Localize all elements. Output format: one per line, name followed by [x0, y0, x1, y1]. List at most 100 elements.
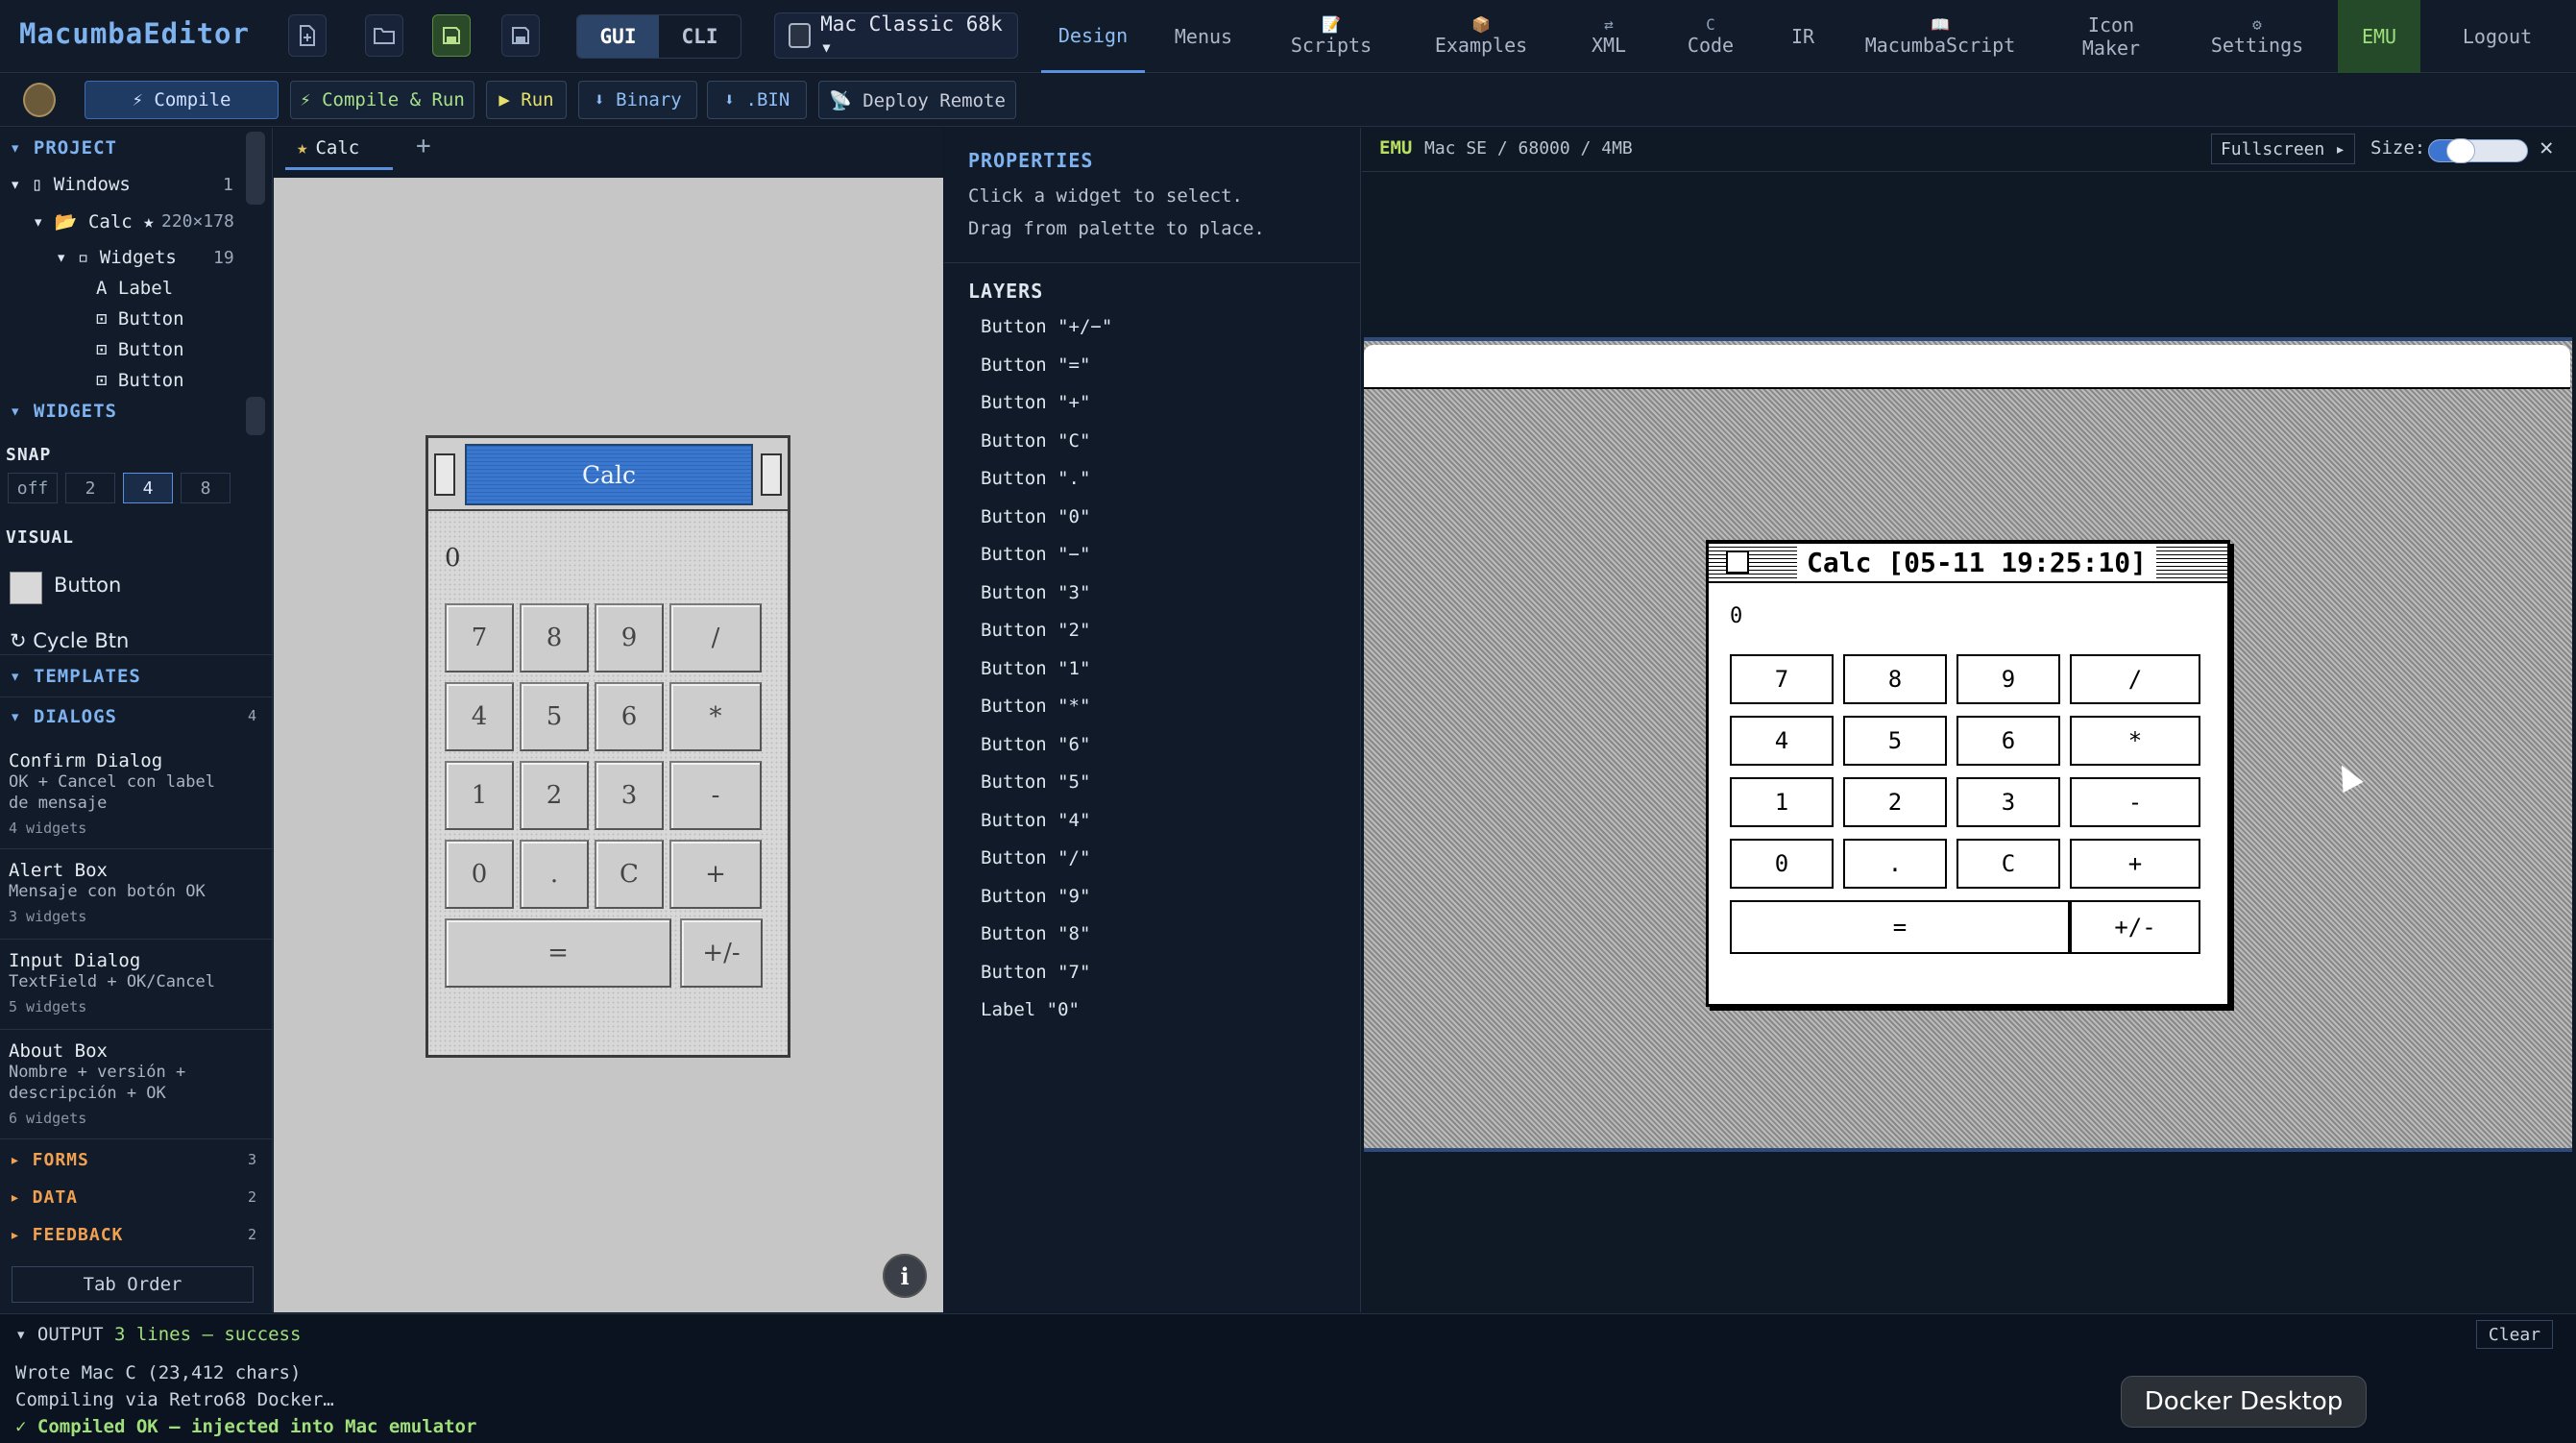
key-button[interactable]: 2 [520, 761, 589, 830]
bin-button[interactable]: ⬇ .BIN [707, 81, 807, 119]
nav-macumbascript[interactable]: 📖 MacumbaScript [1859, 0, 2021, 73]
key-button[interactable]: 1 [1730, 777, 1834, 827]
mac-calc-window[interactable]: Calc [05-11 19:25:10] 0 7 8 9/ 4 5 6 * 1 2 3- 0. C +… [1706, 540, 2230, 1007]
layer-item[interactable]: Button "7" [981, 962, 1090, 983]
feedback-category[interactable]: ▸ FEEDBACK [10, 1225, 123, 1245]
tree-item[interactable]: ⊡ Button [96, 370, 184, 391]
key-button[interactable]: - [2070, 777, 2200, 827]
tree-item[interactable]: ⊡ Button [96, 308, 184, 330]
visual-button[interactable]: Button [54, 574, 121, 597]
layer-item[interactable]: Button "−" [981, 544, 1090, 565]
key-button[interactable]: 8 [520, 603, 589, 673]
key-button[interactable]: + [2070, 839, 2200, 889]
widgets-scrollbar[interactable] [246, 397, 265, 435]
layer-item[interactable]: Button "3" [981, 582, 1090, 603]
mac-window-titlebar[interactable]: Calc [05-11 19:25:10] [1709, 543, 2227, 583]
template-about-box[interactable]: About Box [9, 1040, 108, 1062]
dialogs-section[interactable]: ▾ DIALOGS [10, 706, 117, 727]
snap-4[interactable]: 4 [123, 473, 173, 503]
key-button[interactable]: 9 [595, 603, 664, 673]
tree-windows[interactable]: ▾ ▯ Windows [10, 174, 131, 195]
open-folder-icon[interactable] [365, 14, 403, 57]
layer-item[interactable]: Button "1" [981, 658, 1090, 679]
tree-scrollbar[interactable] [246, 132, 265, 205]
layer-item[interactable]: Button "8" [981, 923, 1090, 944]
snap-off[interactable]: off [8, 473, 58, 503]
key-button[interactable]: 5 [520, 682, 589, 751]
key-button[interactable]: 0 [1730, 839, 1834, 889]
layer-item[interactable]: Button "6" [981, 734, 1090, 755]
close-box-icon[interactable] [434, 453, 455, 496]
layer-item[interactable]: Button "/" [981, 847, 1090, 868]
key-button[interactable]: . [520, 840, 589, 909]
layer-item[interactable]: Button "*" [981, 696, 1090, 717]
cycle-button[interactable]: ↻ Cycle Btn [10, 629, 129, 652]
tree-calc[interactable]: ▾ 📂 Calc ★ [33, 210, 155, 232]
forms-category[interactable]: ▸ FORMS [10, 1150, 89, 1170]
snap-8[interactable]: 8 [181, 473, 231, 503]
save-as-icon[interactable] [501, 14, 540, 57]
key-button[interactable]: . [1843, 839, 1947, 889]
key-button[interactable]: 1 [445, 761, 514, 830]
size-slider-knob[interactable] [2446, 138, 2475, 163]
design-display-label[interactable]: 0 [445, 544, 461, 573]
tab-order-button[interactable]: Tab Order [12, 1266, 254, 1303]
key-button[interactable]: C [595, 840, 664, 909]
nav-xml[interactable]: ⇄ XML [1575, 0, 1642, 73]
key-button[interactable]: 3 [595, 761, 664, 830]
template-input-dialog[interactable]: Input Dialog [9, 950, 140, 971]
template-alert-box[interactable]: Alert Box [9, 860, 108, 881]
layer-item[interactable]: Button "C" [981, 430, 1090, 452]
nav-emu[interactable]: EMU [2338, 0, 2420, 73]
deploy-remote-button[interactable]: 📡 Deploy Remote [818, 81, 1016, 119]
templates-section[interactable]: ▾ TEMPLATES [10, 666, 141, 687]
key-button[interactable]: 9 [1956, 654, 2060, 704]
key-button[interactable]: * [2070, 716, 2200, 766]
compile-button[interactable]: ⚡ Compile [85, 81, 279, 119]
size-slider[interactable] [2428, 138, 2528, 163]
info-icon[interactable]: i [883, 1254, 927, 1298]
logout-button[interactable]: Logout [2447, 0, 2547, 73]
key-button[interactable]: 8 [1843, 654, 1947, 704]
tab-calc[interactable]: ★ Calc [285, 128, 393, 170]
key-button[interactable]: 6 [1956, 716, 2060, 766]
nav-examples[interactable]: 📦 Examples [1423, 0, 1539, 73]
key-button[interactable]: = [445, 918, 671, 988]
new-file-icon[interactable] [288, 14, 327, 57]
layer-item[interactable]: Button "." [981, 468, 1090, 489]
key-button[interactable]: + [669, 840, 762, 909]
project-section[interactable]: ▾ PROJECT [10, 137, 117, 159]
design-window[interactable]: Calc 0 7 8 9/ 4 5 6 * 1 2 3- 0. C + = +/- [425, 435, 790, 1058]
key-button[interactable]: * [669, 682, 762, 751]
key-button[interactable]: 3 [1956, 777, 2060, 827]
gui-mode-button[interactable]: GUI [577, 15, 659, 58]
layer-item[interactable]: Label "0" [981, 999, 1080, 1020]
design-window-titlebar[interactable]: Calc [428, 438, 788, 511]
layer-item[interactable]: Button "=" [981, 355, 1090, 376]
data-category[interactable]: ▸ DATA [10, 1187, 78, 1208]
output-header[interactable]: ▾ OUTPUT 3 lines — success [15, 1324, 301, 1345]
tree-item[interactable]: ⊡ Button [96, 339, 184, 360]
run-button[interactable]: ▶ Run [486, 81, 567, 119]
fullscreen-button[interactable]: Fullscreen ▸ [2211, 134, 2355, 164]
key-button[interactable]: 6 [595, 682, 664, 751]
app-logo[interactable]: MacumbaEditor [19, 17, 250, 50]
key-button[interactable]: C [1956, 839, 2060, 889]
layer-item[interactable]: Button "2" [981, 620, 1090, 641]
layer-item[interactable]: Button "4" [981, 810, 1090, 831]
widgets-section[interactable]: ▾ WIDGETS [10, 401, 117, 422]
nav-menus[interactable]: Menus [1162, 0, 1245, 73]
key-button[interactable]: / [669, 603, 762, 673]
key-button[interactable]: 7 [1730, 654, 1834, 704]
close-icon[interactable]: ✕ [2540, 134, 2553, 160]
compile-run-button[interactable]: ⚡ Compile & Run [290, 81, 474, 119]
mac-close-box-icon[interactable] [1726, 550, 1749, 574]
clear-output-button[interactable]: Clear [2476, 1320, 2553, 1349]
cli-mode-button[interactable]: CLI [659, 15, 741, 58]
layer-item[interactable]: Button "+" [981, 392, 1090, 413]
key-button[interactable]: 5 [1843, 716, 1947, 766]
zoom-box-icon[interactable] [761, 453, 782, 496]
snap-2[interactable]: 2 [65, 473, 115, 503]
key-button[interactable]: 4 [1730, 716, 1834, 766]
tree-item[interactable]: A Label [96, 278, 173, 299]
